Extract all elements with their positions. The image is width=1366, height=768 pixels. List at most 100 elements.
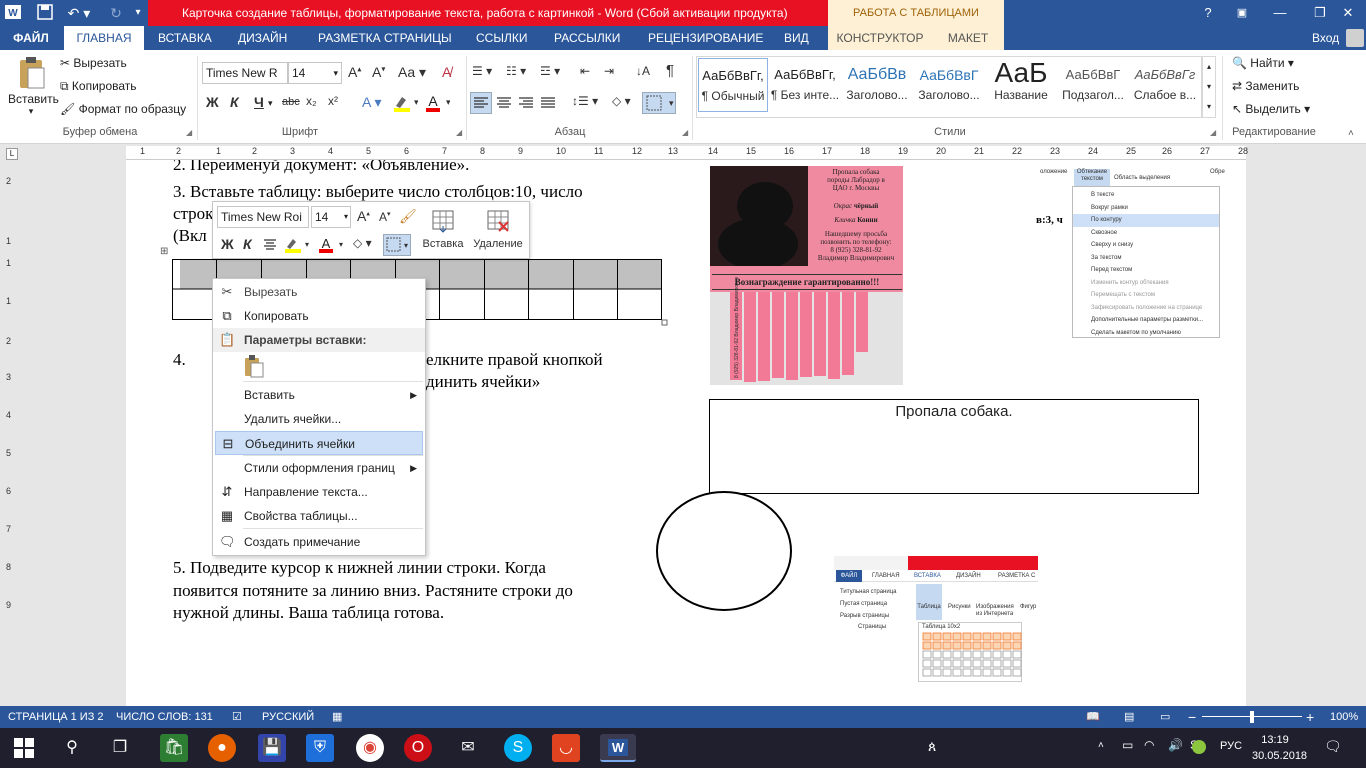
person-icon[interactable]: ጰ xyxy=(928,738,936,755)
align-right-icon[interactable] xyxy=(516,93,536,113)
tab-view[interactable]: ВИД xyxy=(776,26,817,50)
insert-table-screenshot[interactable]: ФАЙЛ ГЛАВНАЯ ВСТАВКА ДИЗАЙН РАЗМЕТКА С Т… xyxy=(834,556,1038,682)
tray-monitor-icon[interactable]: ▭ xyxy=(1122,738,1133,752)
floppy-app-icon[interactable]: 💾 xyxy=(258,734,286,762)
doc-line-2[interactable]: 2. Переименуй документ: «Объявление». xyxy=(173,160,469,176)
style-heading-1[interactable]: АаБбВв Заголово... xyxy=(842,58,912,112)
paste-button[interactable]: Вставить ▾ xyxy=(8,56,59,122)
search-icon[interactable]: ⚲ xyxy=(58,734,86,762)
skype-icon[interactable]: S xyxy=(504,734,532,762)
avatar[interactable] xyxy=(1346,29,1364,47)
style-normal[interactable]: АаБбВвГг, ¶ Обычный xyxy=(698,58,768,112)
clear-format-icon[interactable]: A̸ xyxy=(442,64,451,80)
opera-icon[interactable]: O xyxy=(404,734,432,762)
firefox-icon[interactable]: ● xyxy=(208,734,236,762)
menu-item-cut[interactable]: ✂ Вырезать xyxy=(213,280,425,304)
doc-line-4b[interactable]: елкните правой кнопкой xyxy=(426,350,603,370)
vertical-ruler[interactable]: 2 1 1 1 2 3 4 5 6 7 8 9 xyxy=(0,160,20,706)
read-mode-icon[interactable]: 📖 xyxy=(1086,706,1100,728)
replace-button[interactable]: ⇄ Заменить xyxy=(1232,79,1299,93)
word-icon[interactable]: W xyxy=(4,3,24,23)
decrease-indent-icon[interactable]: ⇤ xyxy=(580,64,590,78)
wifi-icon[interactable]: ◠ xyxy=(1144,738,1154,752)
tab-table-layout[interactable]: МАКЕТ xyxy=(932,26,1004,50)
doc-line-5b[interactable]: появится потяните за линию вниз. Растяни… xyxy=(173,581,573,601)
align-center-icon[interactable] xyxy=(494,93,514,113)
font-launcher-icon[interactable]: ◢ xyxy=(456,128,462,137)
tab-insert[interactable]: ВСТАВКА xyxy=(150,26,220,50)
collapse-ribbon-icon[interactable]: ˄ xyxy=(1348,128,1354,139)
close-button[interactable]: ✕ xyxy=(1330,0,1366,26)
tab-references[interactable]: ССЫЛКИ xyxy=(468,26,535,50)
tray-green-icon[interactable] xyxy=(1192,740,1206,754)
line-spacing-icon[interactable]: ↕☰ ▾ xyxy=(572,94,598,108)
mini-grow-font-icon[interactable]: A▴ xyxy=(357,208,370,224)
save-icon[interactable] xyxy=(36,3,56,23)
doc-line-3[interactable]: 3. Вставьте таблицу: выберите число стол… xyxy=(173,182,583,202)
mini-shading-icon[interactable]: ◇ ▾ xyxy=(353,236,372,250)
style-heading-2[interactable]: АаБбВвГ Заголово... xyxy=(914,58,984,112)
menu-item-text-direction[interactable]: ⇵ Направление текста... xyxy=(213,480,425,504)
subscript-button[interactable]: x₂ xyxy=(306,94,317,108)
language-indicator[interactable]: РУССКИЙ xyxy=(262,706,314,728)
mini-italic-button[interactable]: К xyxy=(243,236,252,252)
find-button[interactable]: 🔍 Найти ▾ xyxy=(1232,56,1294,70)
styles-launcher-icon[interactable]: ◢ xyxy=(1210,128,1216,137)
mini-bold-button[interactable]: Ж xyxy=(221,236,234,252)
tab-table-design[interactable]: КОНСТРУКТОР xyxy=(828,26,932,50)
mini-highlight-icon[interactable]: ▾ xyxy=(283,236,311,254)
tab-selector[interactable]: L xyxy=(6,148,18,160)
mini-font-color-icon[interactable]: A ▾ xyxy=(317,236,345,254)
numbering-icon[interactable]: ☷ ▾ xyxy=(506,64,526,78)
pilcrow-icon[interactable]: ¶ xyxy=(666,62,674,79)
cut-button[interactable]: ✂ Вырезать xyxy=(60,56,127,70)
ellipse-shape[interactable] xyxy=(655,490,795,614)
tab-mailings[interactable]: РАССЫЛКИ xyxy=(546,26,628,50)
style-subtle-emphasis[interactable]: АаБбВвГг Слабое в... xyxy=(1130,58,1200,112)
volume-icon[interactable]: 🔊 xyxy=(1168,738,1183,752)
menu-item-delete-cells[interactable]: Удалить ячейки... xyxy=(213,407,425,431)
sign-in-link[interactable]: Вход xyxy=(1312,26,1339,50)
mini-delete-button[interactable]: Удаление xyxy=(469,206,527,258)
grow-font-icon[interactable]: A▴ xyxy=(348,64,361,80)
doc-line-4c[interactable]: динить ячейки» xyxy=(426,372,540,392)
borders-button[interactable]: ▾ xyxy=(642,92,676,114)
tab-home[interactable]: ГЛАВНАЯ xyxy=(64,26,144,50)
mini-format-painter-icon[interactable]: 🖌 xyxy=(399,208,417,225)
web-layout-icon[interactable]: ▭ xyxy=(1160,706,1170,728)
select-button[interactable]: ↖ Выделить ▾ xyxy=(1232,102,1310,116)
minimize-button[interactable]: — xyxy=(1260,0,1300,26)
style-no-spacing[interactable]: АаБбВвГг, ¶ Без инте... xyxy=(770,58,840,112)
zoom-out-button[interactable]: − xyxy=(1188,706,1196,728)
clock[interactable]: 13:19 30.05.2018 xyxy=(1252,732,1307,764)
align-left-button[interactable] xyxy=(470,92,492,114)
style-title[interactable]: АаБ Название xyxy=(986,58,1056,112)
doc-line-4[interactable]: 4. xyxy=(173,350,186,370)
mini-size-combo[interactable]: 14 ▾ xyxy=(311,206,351,228)
sort-icon[interactable]: ↓A xyxy=(636,64,650,78)
menu-item-copy[interactable]: ⧉ Копировать xyxy=(213,304,425,328)
shrink-font-icon[interactable]: A▾ xyxy=(372,64,385,80)
undo-icon[interactable]: ↶ ▾ xyxy=(64,3,94,23)
justify-icon[interactable] xyxy=(538,93,558,113)
doc-line-3c[interactable]: (Вкл xyxy=(173,226,207,246)
doc-line-5[interactable]: 5. Подведите курсор к нижней линии строк… xyxy=(173,558,546,578)
qat-customize-icon[interactable]: ▾ xyxy=(128,3,148,23)
notifications-icon[interactable]: 🗨 xyxy=(1324,738,1342,755)
start-button[interactable] xyxy=(10,734,38,762)
font-size-combo[interactable]: 14 ▾ xyxy=(288,62,342,84)
horizontal-ruler[interactable]: 1 2 1 2 3 4 5 6 7 8 9 10 11 12 13 14 15 16 17 18 19 20 21 22 23 2… xyxy=(126,146,1248,160)
bullets-icon[interactable]: ☰ ▾ xyxy=(472,64,492,78)
menu-item-border-styles[interactable]: Стили оформления границ ▶ xyxy=(213,456,425,480)
superscript-button[interactable]: x² xyxy=(328,94,338,108)
italic-button[interactable]: К xyxy=(230,94,239,110)
tab-review[interactable]: РЕЦЕНЗИРОВАНИЕ xyxy=(640,26,771,50)
font-name-combo[interactable]: Times New R xyxy=(202,62,288,84)
mini-shrink-font-icon[interactable]: A▾ xyxy=(379,210,391,224)
zoom-slider-thumb[interactable] xyxy=(1250,711,1254,723)
input-language[interactable]: РУС xyxy=(1220,740,1242,752)
underline-button[interactable]: Ч xyxy=(254,94,264,110)
menu-item-insert[interactable]: Вставить ▶ xyxy=(213,383,425,407)
yandex-icon[interactable]: ◡ xyxy=(552,734,580,762)
mini-borders-button[interactable]: ▾ xyxy=(383,234,411,256)
